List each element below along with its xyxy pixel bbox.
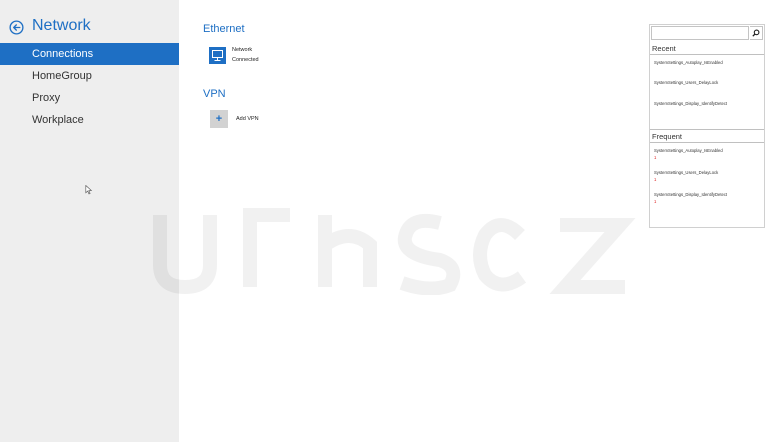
network-name: Network xyxy=(232,47,253,53)
frequent-item[interactable]: SystemSettings_Autoplay_IsEnabled xyxy=(654,148,723,153)
search-bar xyxy=(651,26,763,40)
frequent-heading: Frequent xyxy=(652,132,683,141)
add-vpn-button[interactable]: + Add VPN xyxy=(210,110,259,128)
frequent-item[interactable]: SystemSettings_Display_IdentifyDetect xyxy=(654,192,727,197)
recent-item[interactable]: SystemSettings_Display_IdentifyDetect xyxy=(654,101,727,106)
nav-item-connections[interactable]: Connections xyxy=(0,43,179,65)
search-icon xyxy=(752,29,760,37)
search-button[interactable] xyxy=(750,26,763,40)
frequent-item-count: 1 xyxy=(654,177,657,182)
nav-item-workplace[interactable]: Workplace xyxy=(0,109,179,131)
network-text: Network Connected xyxy=(232,45,259,65)
nav-item-homegroup[interactable]: HomeGroup xyxy=(0,65,179,87)
frequent-item-count: 1 xyxy=(654,199,657,204)
page-title: Network xyxy=(32,17,91,34)
search-flyout: Recent SystemSettings_Autoplay_IsEnabled… xyxy=(649,24,765,228)
ethernet-heading: Ethernet xyxy=(203,23,245,35)
add-vpn-label: Add VPN xyxy=(236,116,259,122)
left-pane: Network Connections HomeGroup Proxy Work… xyxy=(0,0,179,442)
frequent-item-count: 1 xyxy=(654,155,657,160)
vpn-heading: VPN xyxy=(203,88,226,100)
frequent-item[interactable]: SystemSettings_Users_DelayLock xyxy=(654,170,718,175)
mouse-cursor-icon xyxy=(85,185,93,195)
network-icon xyxy=(209,46,226,64)
recent-item[interactable]: SystemSettings_Users_DelayLock xyxy=(654,80,718,85)
frequent-divider xyxy=(650,142,764,143)
network-status: Connected xyxy=(232,57,259,63)
recent-divider xyxy=(650,54,764,55)
recent-heading: Recent xyxy=(652,44,676,53)
nav-item-proxy[interactable]: Proxy xyxy=(0,87,179,109)
plus-icon: + xyxy=(210,110,228,128)
search-input[interactable] xyxy=(651,26,749,40)
back-arrow-icon[interactable] xyxy=(9,20,24,35)
nav-list: Connections HomeGroup Proxy Workplace xyxy=(0,43,179,131)
frequent-divider-top xyxy=(650,129,764,130)
recent-item[interactable]: SystemSettings_Autoplay_IsEnabled xyxy=(654,60,723,65)
network-connection-tile[interactable]: Network Connected xyxy=(209,45,259,65)
background-watermark xyxy=(153,208,636,295)
